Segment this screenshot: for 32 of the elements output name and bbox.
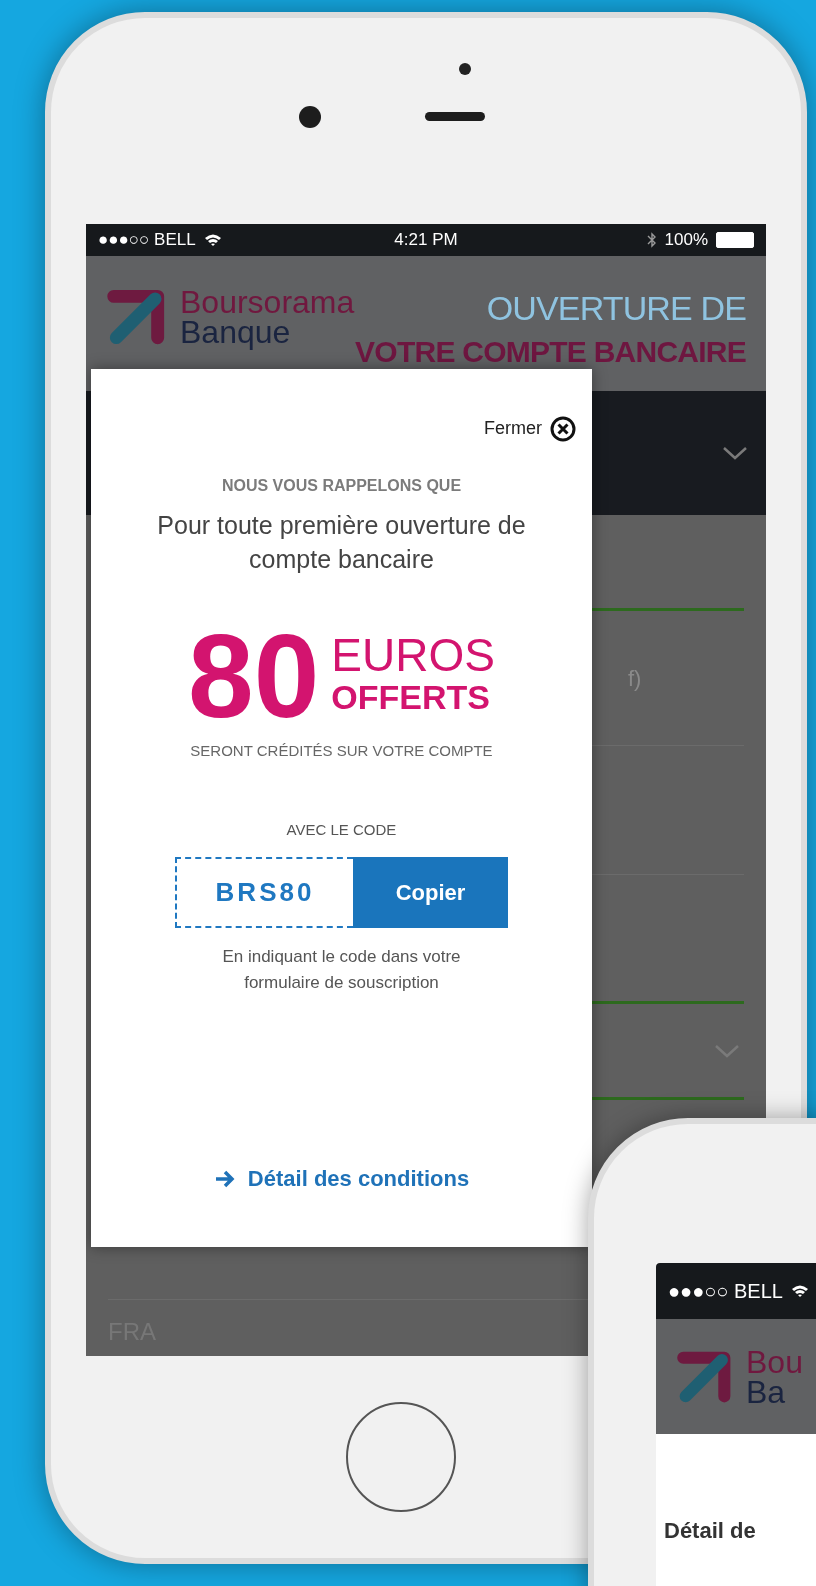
section-title: Détail de xyxy=(664,1517,757,1545)
chevron-down-icon xyxy=(722,446,748,460)
brand-name: Bou xyxy=(746,1346,803,1377)
offered-text: OFFERTS xyxy=(331,677,491,718)
code-label: AVEC LE CODE xyxy=(286,819,397,840)
hint-text: En indiquant le code dans votre formulaire de souscription xyxy=(221,946,462,994)
close-button[interactable]: Fermer xyxy=(484,415,576,442)
carrier-label: ●●●○○ BELL xyxy=(668,1279,783,1304)
home-button[interactable] xyxy=(346,1402,456,1512)
arrow-right-icon xyxy=(213,1168,236,1189)
clock-label: 4:21 PM xyxy=(394,229,458,252)
wifi-icon xyxy=(790,1284,809,1298)
amount-text: 80 xyxy=(188,626,320,726)
credited-text: SERONT CRÉDITÉS SUR VOTRE COMPTE xyxy=(190,741,493,761)
currency-text: EUROS xyxy=(331,634,495,676)
conditions-link[interactable]: Détail des conditions xyxy=(213,1162,470,1195)
brand-name: Ba xyxy=(746,1376,787,1407)
battery-icon xyxy=(716,232,754,248)
speaker-icon xyxy=(425,112,485,121)
kicker-text: NOUS VOUS RAPPELONS QUE xyxy=(221,476,462,496)
bluetooth-icon xyxy=(646,232,657,248)
page-title: VOTRE COMPTE BANCAIRE xyxy=(355,334,746,370)
brand-name: Boursorama xyxy=(180,287,355,317)
copy-button[interactable]: Copier xyxy=(353,857,508,928)
camera-icon xyxy=(299,106,321,128)
chevron-down-icon xyxy=(714,1043,740,1058)
intro-text: Pour toute première ouverture de compte bancaire xyxy=(156,510,527,575)
carrier-label: ●●●○○ BELL xyxy=(98,229,196,252)
close-icon xyxy=(550,415,576,442)
page-title: OUVERTURE DE xyxy=(486,288,746,329)
wifi-icon xyxy=(203,233,222,247)
battery-label: 100% xyxy=(664,229,708,252)
